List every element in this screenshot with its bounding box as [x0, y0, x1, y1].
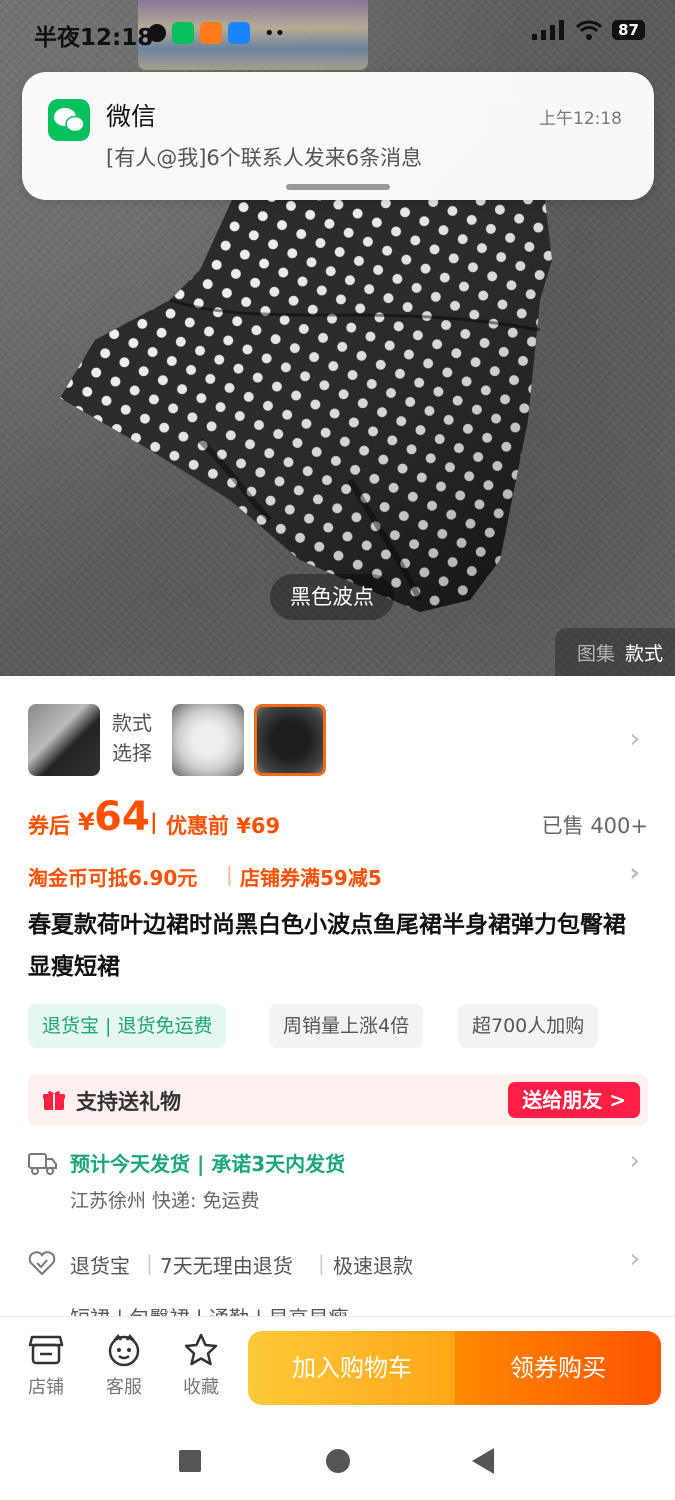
wechat-notification[interactable]: 微信 上午12:18 [有人@我]6个联系人发来6条消息 — [22, 72, 654, 200]
tag-return-insurance: 退货宝 | 退货免运费 — [28, 1004, 227, 1048]
variant-selector: 款式选择 › — [28, 704, 648, 778]
shipping-info[interactable]: 预计今天发货 | 承诺3天内发货 江苏徐州 快递: 免运费 › — [28, 1146, 648, 1218]
tab-style[interactable]: 款式 — [625, 639, 663, 666]
shipping-origin-fee: 江苏徐州 快递: 免运费 — [70, 1190, 260, 1212]
signal-icon — [532, 20, 565, 40]
status-indicators: 87 — [532, 20, 645, 40]
alarm-icon — [148, 24, 166, 42]
sold-count: 已售 400+ — [541, 814, 648, 838]
shield-heart-icon — [28, 1251, 56, 1276]
service-fast-refund: 极速退款 — [333, 1254, 413, 1278]
wechat-app-icon — [48, 99, 90, 141]
customer-service-button[interactable]: 客服 — [94, 1333, 154, 1399]
shop-icon — [28, 1335, 64, 1365]
shop-button[interactable]: 店铺 — [16, 1333, 76, 1399]
chevron-right-icon[interactable]: › — [630, 1244, 640, 1274]
gift-bar[interactable]: 支持送礼物 送给朋友 > — [28, 1074, 648, 1126]
price-separator: | — [150, 810, 158, 834]
tag-added-to-cart: 超700人加购 — [458, 1004, 599, 1048]
back-button[interactable] — [472, 1448, 494, 1474]
service-7day-return: 7天无理由退货 — [160, 1254, 293, 1278]
favorite-button[interactable]: 收藏 — [171, 1333, 231, 1399]
gift-support-text: 支持送礼物 — [76, 1090, 181, 1114]
truck-icon — [28, 1153, 57, 1175]
favorite-label: 收藏 — [183, 1377, 219, 1398]
system-nav-bar — [0, 1424, 675, 1500]
product-title: 春夏款荷叶边裙时尚黑白色小波点鱼尾裙半身裙弹力包臀裙显瘦短裙 — [28, 912, 626, 980]
notification-handle[interactable] — [286, 184, 390, 190]
chevron-right-icon[interactable]: › — [630, 724, 640, 754]
tag-weekly-sales: 周销量上涨4倍 — [269, 1004, 424, 1048]
status-app-icons: •• — [148, 22, 285, 44]
tab-gallery[interactable]: 图集 — [577, 639, 615, 666]
chevron-right-icon[interactable]: › — [630, 1146, 640, 1176]
price-row: 券后 ¥ 64 | 优惠前 ¥69 已售 400+ — [28, 794, 648, 846]
wifi-icon — [576, 20, 603, 40]
status-time: 半夜12:18 — [34, 25, 154, 51]
variant-selector-label: 款式选择 — [112, 711, 152, 765]
more-dots-icon: •• — [264, 22, 286, 44]
notification-time: 上午12:18 — [539, 109, 622, 129]
taojinbi-promo: 淘金币可抵6.90元 — [28, 866, 198, 890]
wechat-icon — [172, 22, 194, 44]
promo-row[interactable]: 淘金币可抵6.90元 | 店铺券满59减5 › — [28, 858, 648, 892]
shipping-estimate: 预计今天发货 | 承诺3天内发货 — [70, 1152, 346, 1176]
chevron-right-icon[interactable]: › — [629, 858, 640, 888]
variant-caption: 黑色波点 — [270, 574, 394, 620]
shop-label: 店铺 — [28, 1377, 64, 1398]
coupon-price-label: 券后 — [28, 814, 70, 838]
notification-message: [有人@我]6个联系人发来6条消息 — [106, 146, 423, 170]
send-to-friend-button[interactable]: 送给朋友 > — [508, 1082, 640, 1118]
gift-icon — [43, 1091, 65, 1110]
star-icon — [184, 1333, 218, 1366]
notification-app-name: 微信 — [106, 102, 157, 131]
status-bar: 半夜12:18 •• 87 — [0, 0, 675, 66]
battery-indicator: 87 — [612, 20, 645, 40]
variant-thumb-3-selected[interactable] — [254, 704, 326, 776]
recents-button[interactable] — [179, 1450, 201, 1472]
shop-coupon-promo: 店铺券满59减5 — [240, 866, 382, 890]
bottom-action-bar: 店铺 客服 收藏 加入购物车 领券购买 — [0, 1316, 675, 1424]
xiaohongshu-icon — [200, 22, 222, 44]
service-return-insurance: 退货宝 — [70, 1254, 130, 1278]
customer-service-icon — [108, 1333, 140, 1367]
price-before-discount: 优惠前 ¥69 — [166, 814, 281, 838]
appstore-icon — [228, 22, 250, 44]
currency-symbol: ¥ — [78, 808, 95, 836]
service-separator: | — [146, 1251, 153, 1275]
service-separator: | — [318, 1251, 325, 1275]
price-after-coupon: 64 — [94, 794, 150, 840]
variant-thumb-2[interactable] — [172, 704, 244, 776]
add-to-cart-button[interactable]: 加入购物车 — [248, 1331, 456, 1405]
promo-separator: | — [226, 862, 233, 886]
variant-thumb-1[interactable] — [28, 704, 100, 776]
service-guarantees[interactable]: 退货宝 | 7天无理由退货 | 极速退款 › — [28, 1244, 648, 1282]
home-button[interactable] — [326, 1449, 350, 1473]
coupon-buy-button[interactable]: 领券购买 — [455, 1331, 661, 1405]
gallery-tabs: 图集 款式 — [554, 628, 675, 676]
customer-service-label: 客服 — [106, 1377, 142, 1398]
